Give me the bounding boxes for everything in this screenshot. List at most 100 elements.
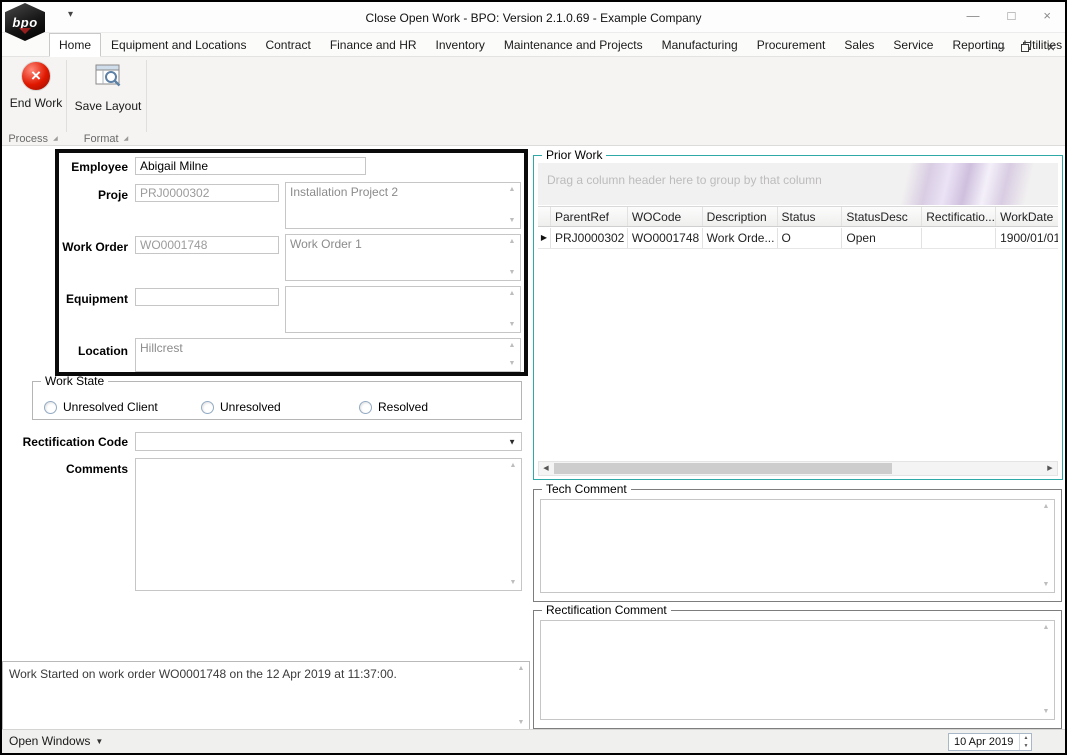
spin-up-icon[interactable]: ▲ — [1020, 734, 1032, 742]
employee-input[interactable] — [135, 157, 366, 175]
tab-service[interactable]: Service — [884, 34, 942, 56]
process-dialog-launcher-icon[interactable]: ◢ — [53, 135, 58, 142]
scroll-right-icon[interactable]: ▶ — [1043, 462, 1057, 475]
window-title: Close Open Work - BPO: Version 2.1.0.69 … — [365, 11, 702, 25]
end-work-label: End Work — [9, 96, 63, 110]
comments-label: Comments — [65, 462, 128, 476]
end-work-button[interactable]: × End Work — [7, 61, 65, 127]
tab-sales[interactable]: Sales — [835, 34, 883, 56]
work-order-code-input[interactable] — [135, 236, 279, 254]
scroll-left-icon[interactable]: ◀ — [539, 462, 553, 475]
rectification-comment-textarea[interactable] — [541, 621, 1054, 719]
equipment-description-textarea[interactable] — [286, 287, 520, 332]
tab-maintenance-and-projects[interactable]: Maintenance and Projects — [495, 34, 652, 56]
tab-home[interactable]: Home — [49, 33, 102, 57]
column-header-status[interactable]: Status — [778, 207, 843, 226]
work-order-description-field: Work Order 1 ▲ ▼ — [285, 234, 521, 281]
date-picker[interactable]: 10 Apr 2019 ▲ ▼ — [948, 733, 1032, 751]
tab-procurement[interactable]: Procurement — [748, 34, 835, 56]
column-header-statusdesc[interactable]: StatusDesc — [842, 207, 923, 226]
scroll-up-icon[interactable]: ▲ — [1040, 503, 1052, 511]
column-header-description[interactable]: Description — [703, 207, 778, 226]
save-layout-label: Save Layout — [74, 99, 142, 113]
logo-text: bpo — [12, 14, 38, 30]
cell-status: O — [778, 228, 843, 248]
scrollbar-thumb[interactable] — [554, 463, 892, 474]
group-by-panel[interactable]: Drag a column header here to group by th… — [538, 163, 1058, 205]
tab-equipment-and-locations[interactable]: Equipment and Locations — [102, 34, 255, 56]
rectification-comment-caption: Rectification Comment — [542, 603, 671, 617]
column-header-workdate[interactable]: WorkDate — [996, 207, 1058, 226]
tech-comment-caption: Tech Comment — [542, 482, 631, 496]
work-order-label: Work Order — [62, 240, 128, 254]
mdi-minimize-icon[interactable]: — — [993, 40, 1005, 54]
cell-description: Work Orde... — [703, 228, 778, 248]
radio-label: Unresolved — [220, 400, 281, 414]
scroll-down-icon[interactable]: ▼ — [506, 217, 518, 225]
radio-icon — [44, 400, 57, 414]
project-code-input[interactable] — [135, 184, 279, 202]
scroll-down-icon[interactable]: ▼ — [1040, 581, 1052, 589]
radio-resolved[interactable]: Resolved — [359, 400, 428, 414]
maximize-icon[interactable]: □ — [1008, 8, 1016, 23]
status-bar: Open Windows ▼ 10 Apr 2019 ▲ ▼ — [2, 729, 1065, 753]
equipment-description-field: ▲ ▼ — [285, 286, 521, 333]
tab-manufacturing[interactable]: Manufacturing — [653, 34, 747, 56]
scroll-down-icon[interactable]: ▼ — [515, 719, 527, 727]
tech-comment-textarea[interactable] — [541, 500, 1054, 592]
cell-parentref: PRJ0000302 — [551, 228, 628, 248]
scroll-down-icon[interactable]: ▼ — [1040, 708, 1052, 716]
scroll-down-icon[interactable]: ▼ — [507, 579, 519, 587]
close-icon[interactable]: × — [1043, 8, 1051, 23]
format-dialog-launcher-icon[interactable]: ◢ — [124, 135, 129, 142]
spin-down-icon[interactable]: ▼ — [1020, 742, 1032, 750]
radio-unresolved[interactable]: Unresolved — [201, 400, 281, 414]
column-header-parentref[interactable]: ParentRef — [551, 207, 628, 226]
app-window: bpo ▾ Close Open Work - BPO: Version 2.1… — [0, 0, 1067, 755]
scroll-up-icon[interactable]: ▲ — [1040, 624, 1052, 632]
title-bar: bpo ▾ Close Open Work - BPO: Version 2.1… — [2, 2, 1065, 41]
scroll-down-icon[interactable]: ▼ — [506, 360, 518, 368]
work-order-description-textarea[interactable]: Work Order 1 — [286, 235, 520, 280]
cell-statusdesc: Open — [842, 228, 923, 248]
project-description-field: Installation Project 2 ▲ ▼ — [285, 182, 521, 229]
tab-contract[interactable]: Contract — [256, 34, 319, 56]
equipment-label: Equipment — [66, 292, 128, 306]
scroll-up-icon[interactable]: ▲ — [515, 665, 527, 673]
work-status-message-box: Work Started on work order WO0001748 on … — [2, 661, 530, 731]
scroll-up-icon[interactable]: ▲ — [506, 238, 518, 246]
work-status-message: Work Started on work order WO0001748 on … — [9, 667, 397, 681]
minimize-icon[interactable]: — — [967, 8, 980, 23]
equipment-code-input[interactable] — [135, 288, 279, 306]
project-description-textarea[interactable]: Installation Project 2 — [286, 183, 520, 228]
tab-inventory[interactable]: Inventory — [427, 34, 494, 56]
employee-label: Employee — [71, 160, 128, 174]
open-windows-button[interactable]: Open Windows ▼ — [9, 734, 103, 748]
prior-work-panel: Prior Work Drag a column header here to … — [533, 148, 1063, 480]
tab-finance-and-hr[interactable]: Finance and HR — [321, 34, 426, 56]
grid-data-row[interactable]: ▶ PRJ0000302 WO0001748 Work Orde... O Op… — [538, 228, 1058, 249]
ribbon — [2, 57, 1065, 132]
comments-textarea[interactable] — [136, 459, 521, 590]
horizontal-scrollbar[interactable]: ◀ ▶ — [538, 461, 1058, 476]
chevron-down-icon: ▼ — [508, 437, 516, 446]
scroll-up-icon[interactable]: ▲ — [506, 290, 518, 298]
location-field: Hillcrest ▲ ▼ — [135, 338, 521, 372]
scroll-down-icon[interactable]: ▼ — [506, 321, 518, 329]
save-layout-button[interactable]: Save Layout — [73, 61, 143, 127]
scroll-up-icon[interactable]: ▲ — [507, 462, 519, 470]
scroll-down-icon[interactable]: ▼ — [506, 269, 518, 277]
radio-unresolved-client[interactable]: Unresolved Client — [44, 400, 158, 414]
location-textarea[interactable]: Hillcrest — [136, 339, 520, 371]
column-header-rectification[interactable]: Rectificatio... — [922, 207, 997, 226]
end-work-icon: × — [21, 61, 51, 91]
scroll-up-icon[interactable]: ▲ — [506, 186, 518, 194]
rectification-comment-field: ▲ ▼ — [540, 620, 1055, 720]
ribbon-tab-bar: Home Equipment and Locations Contract Fi… — [2, 33, 1065, 57]
comments-field: ▲ ▼ — [135, 458, 522, 591]
mdi-close-icon[interactable]: × — [1047, 39, 1055, 55]
scroll-up-icon[interactable]: ▲ — [506, 342, 518, 350]
column-header-wocode[interactable]: WOCode — [628, 207, 703, 226]
rectification-code-dropdown[interactable]: ▼ — [135, 432, 522, 451]
mdi-restore-icon[interactable] — [1020, 42, 1031, 52]
